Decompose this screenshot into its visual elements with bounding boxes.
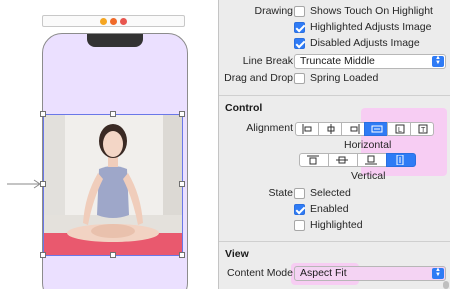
popup-arrows-icon: ▲ ▼ <box>432 267 444 279</box>
disabled-adjusts-label: Disabled Adjusts Image <box>310 37 420 49</box>
exit-icon[interactable] <box>120 17 127 25</box>
drawing-row-1: Drawing Shows Touch On Highlight <box>219 4 450 20</box>
resize-handle-top[interactable] <box>110 111 116 117</box>
align-right-icon <box>350 124 360 134</box>
state-row-3: Highlighted <box>219 218 450 234</box>
align-leading-button[interactable]: L <box>387 122 411 136</box>
align-fill-h-button[interactable] <box>364 122 388 136</box>
svg-text:T: T <box>421 127 426 134</box>
align-fill-v-icon <box>396 155 404 165</box>
section-divider <box>219 241 450 242</box>
alignment-label: Alignment <box>246 122 293 134</box>
resize-handle-right[interactable] <box>179 181 185 187</box>
selected-label: Selected <box>310 187 351 199</box>
align-trailing-icon: T <box>418 124 428 134</box>
popup-arrows-icon: ▲ ▼ <box>432 55 444 67</box>
state-row-2: Enabled <box>219 202 450 218</box>
align-left-icon <box>302 124 312 134</box>
storyboard-canvas[interactable] <box>0 0 218 289</box>
resize-handle-top-left[interactable] <box>40 111 46 117</box>
spring-loaded-label: Spring Loaded <box>310 72 379 84</box>
drag-drop-label: Drag and Drop <box>224 72 293 84</box>
highlighted-adjusts-label: Highlighted Adjusts Image <box>310 21 432 33</box>
state-label: State <box>268 187 293 199</box>
content-mode-row: Content Mode Aspect Fit ▲ ▼ <box>219 266 450 282</box>
vertical-caption: Vertical <box>351 170 386 182</box>
first-responder-icon[interactable] <box>110 17 117 25</box>
disabled-adjusts-checkbox[interactable] <box>294 38 305 49</box>
svg-text:L: L <box>398 127 402 134</box>
line-break-row: Line Break Truncate Middle ▲ ▼ <box>219 54 450 70</box>
align-left-button[interactable] <box>295 122 319 136</box>
line-break-value: Truncate Middle <box>300 55 375 67</box>
resize-handle-top-right[interactable] <box>179 111 185 117</box>
highlighted-checkbox[interactable] <box>294 220 305 231</box>
yoga-photo <box>43 115 183 255</box>
resize-handle-bottom-right[interactable] <box>179 252 185 258</box>
align-center-v-button[interactable] <box>328 153 358 167</box>
resize-handle-bottom[interactable] <box>110 252 116 258</box>
control-section-title: Control <box>225 102 263 114</box>
align-bottom-icon <box>365 155 377 165</box>
drawing-row-3: Disabled Adjusts Image <box>219 36 450 52</box>
selected-checkbox[interactable] <box>294 188 305 199</box>
align-leading-icon: L <box>395 124 405 134</box>
align-trailing-button[interactable]: T <box>410 122 434 136</box>
state-row-1: State Selected <box>219 186 450 202</box>
device-notch <box>87 34 143 47</box>
highlighted-label: Highlighted <box>310 219 363 231</box>
align-fill-h-icon <box>371 125 383 133</box>
enabled-label: Enabled <box>310 203 349 215</box>
vertical-alignment-control[interactable] <box>299 153 416 167</box>
line-break-label: Line Break <box>242 55 293 67</box>
section-divider <box>219 95 450 96</box>
align-fill-v-button[interactable] <box>386 153 416 167</box>
entry-point-arrow-icon[interactable] <box>7 179 43 189</box>
drawing-row-2: Highlighted Adjusts Image <box>219 20 450 36</box>
view-section-title: View <box>225 248 249 260</box>
attributes-inspector: Drawing Shows Touch On Highlight Highlig… <box>218 0 450 289</box>
resize-handle-bottom-left[interactable] <box>40 252 46 258</box>
view-controller-icon[interactable] <box>100 17 107 25</box>
image-view[interactable] <box>43 115 183 255</box>
scene-dock <box>42 15 185 27</box>
horizontal-alignment-control[interactable]: L T <box>295 122 434 136</box>
shows-touch-label: Shows Touch On Highlight <box>310 5 433 17</box>
shows-touch-checkbox[interactable] <box>294 6 305 17</box>
inspector-scrollbar[interactable] <box>443 281 449 289</box>
content-mode-label: Content Mode <box>227 267 293 279</box>
line-break-popup[interactable]: Truncate Middle ▲ ▼ <box>294 54 446 69</box>
content-mode-popup[interactable]: Aspect Fit ▲ ▼ <box>294 266 446 281</box>
horizontal-caption: Horizontal <box>344 139 392 151</box>
align-top-button[interactable] <box>299 153 329 167</box>
align-center-h-button[interactable] <box>318 122 342 136</box>
align-center-v-icon <box>336 156 348 164</box>
align-center-h-icon <box>327 124 335 134</box>
align-right-button[interactable] <box>341 122 365 136</box>
highlighted-adjusts-checkbox[interactable] <box>294 22 305 33</box>
align-top-icon <box>307 155 319 165</box>
content-mode-value: Aspect Fit <box>300 267 347 279</box>
align-bottom-button[interactable] <box>357 153 387 167</box>
drag-drop-row: Drag and Drop Spring Loaded <box>219 71 450 87</box>
drawing-label: Drawing <box>254 5 293 17</box>
spring-loaded-checkbox[interactable] <box>294 73 305 84</box>
enabled-checkbox[interactable] <box>294 204 305 215</box>
